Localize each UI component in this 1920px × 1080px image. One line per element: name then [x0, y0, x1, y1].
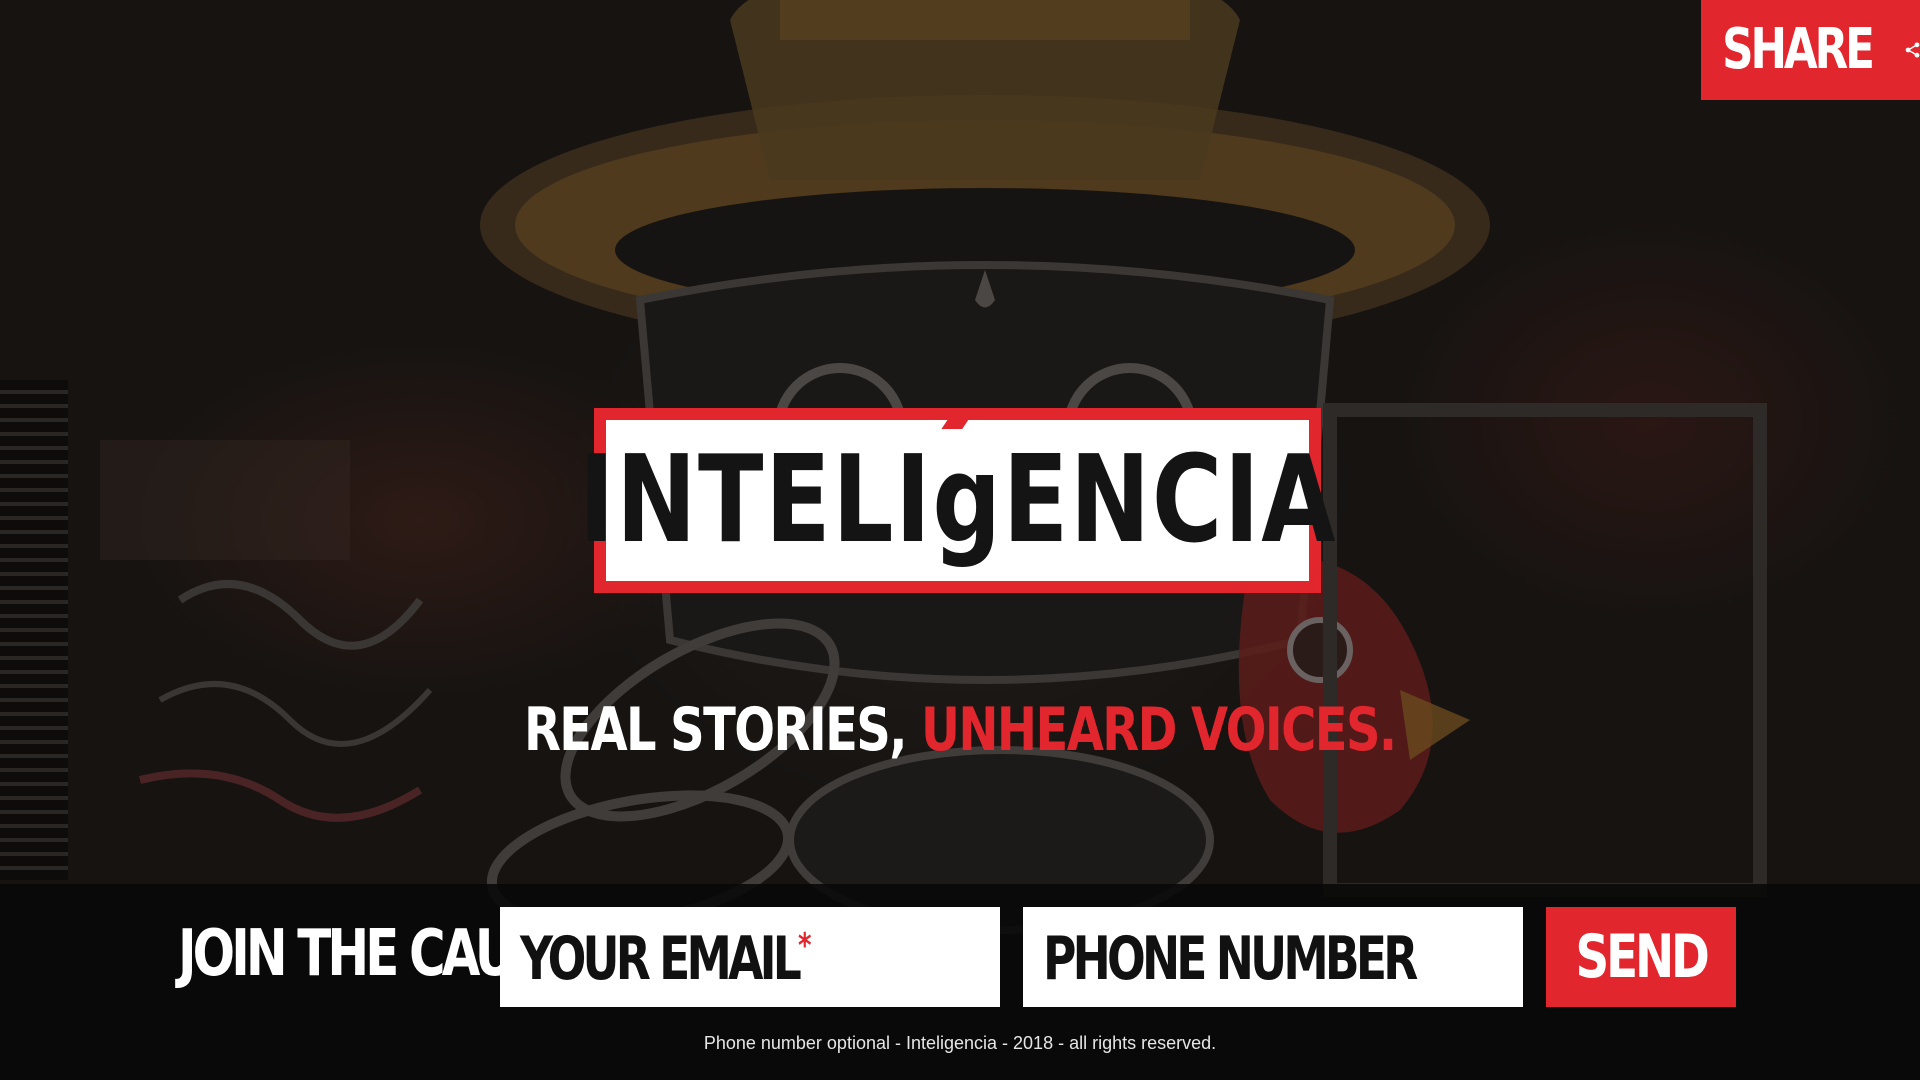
email-field[interactable]: YOUR EMAIL* [500, 907, 1000, 1007]
logo-letter-g: g [931, 430, 1003, 570]
tagline-white: REAL STORIES, [524, 695, 922, 765]
phone-input[interactable] [1023, 907, 1523, 1007]
left-edge-stripes [0, 380, 68, 880]
share-label: SHARE [1722, 17, 1875, 82]
inteligencia-logo: INTELIg ENCIA [578, 408, 1335, 593]
signup-bar: JOIN THE CAUSE YOUR EMAIL* PHONE NUMBER … [0, 884, 1920, 1080]
logo-text-end: ENCIA [1002, 430, 1337, 570]
tagline-red: UNHEARD VOICES. [921, 695, 1397, 765]
share-icon [1905, 42, 1920, 58]
share-button[interactable]: SHARE [1701, 0, 1920, 100]
tagline: REAL STORIES, UNHEARD VOICES. [0, 700, 1920, 760]
logo-text-start: INTELI [578, 430, 932, 570]
phone-field[interactable]: PHONE NUMBER [1023, 907, 1523, 1007]
send-label: SEND [1575, 922, 1709, 992]
email-input[interactable] [500, 907, 1000, 1007]
logo-wordmark: INTELIg ENCIA [578, 412, 1336, 561]
footer-note: Phone number optional - Inteligencia - 2… [703, 1033, 1217, 1053]
accent-mark [940, 412, 973, 429]
logo-g-accent: g [932, 412, 1002, 561]
send-button[interactable]: SEND [1546, 907, 1736, 1007]
logo-box: INTELIg ENCIA [578, 412, 1335, 581]
